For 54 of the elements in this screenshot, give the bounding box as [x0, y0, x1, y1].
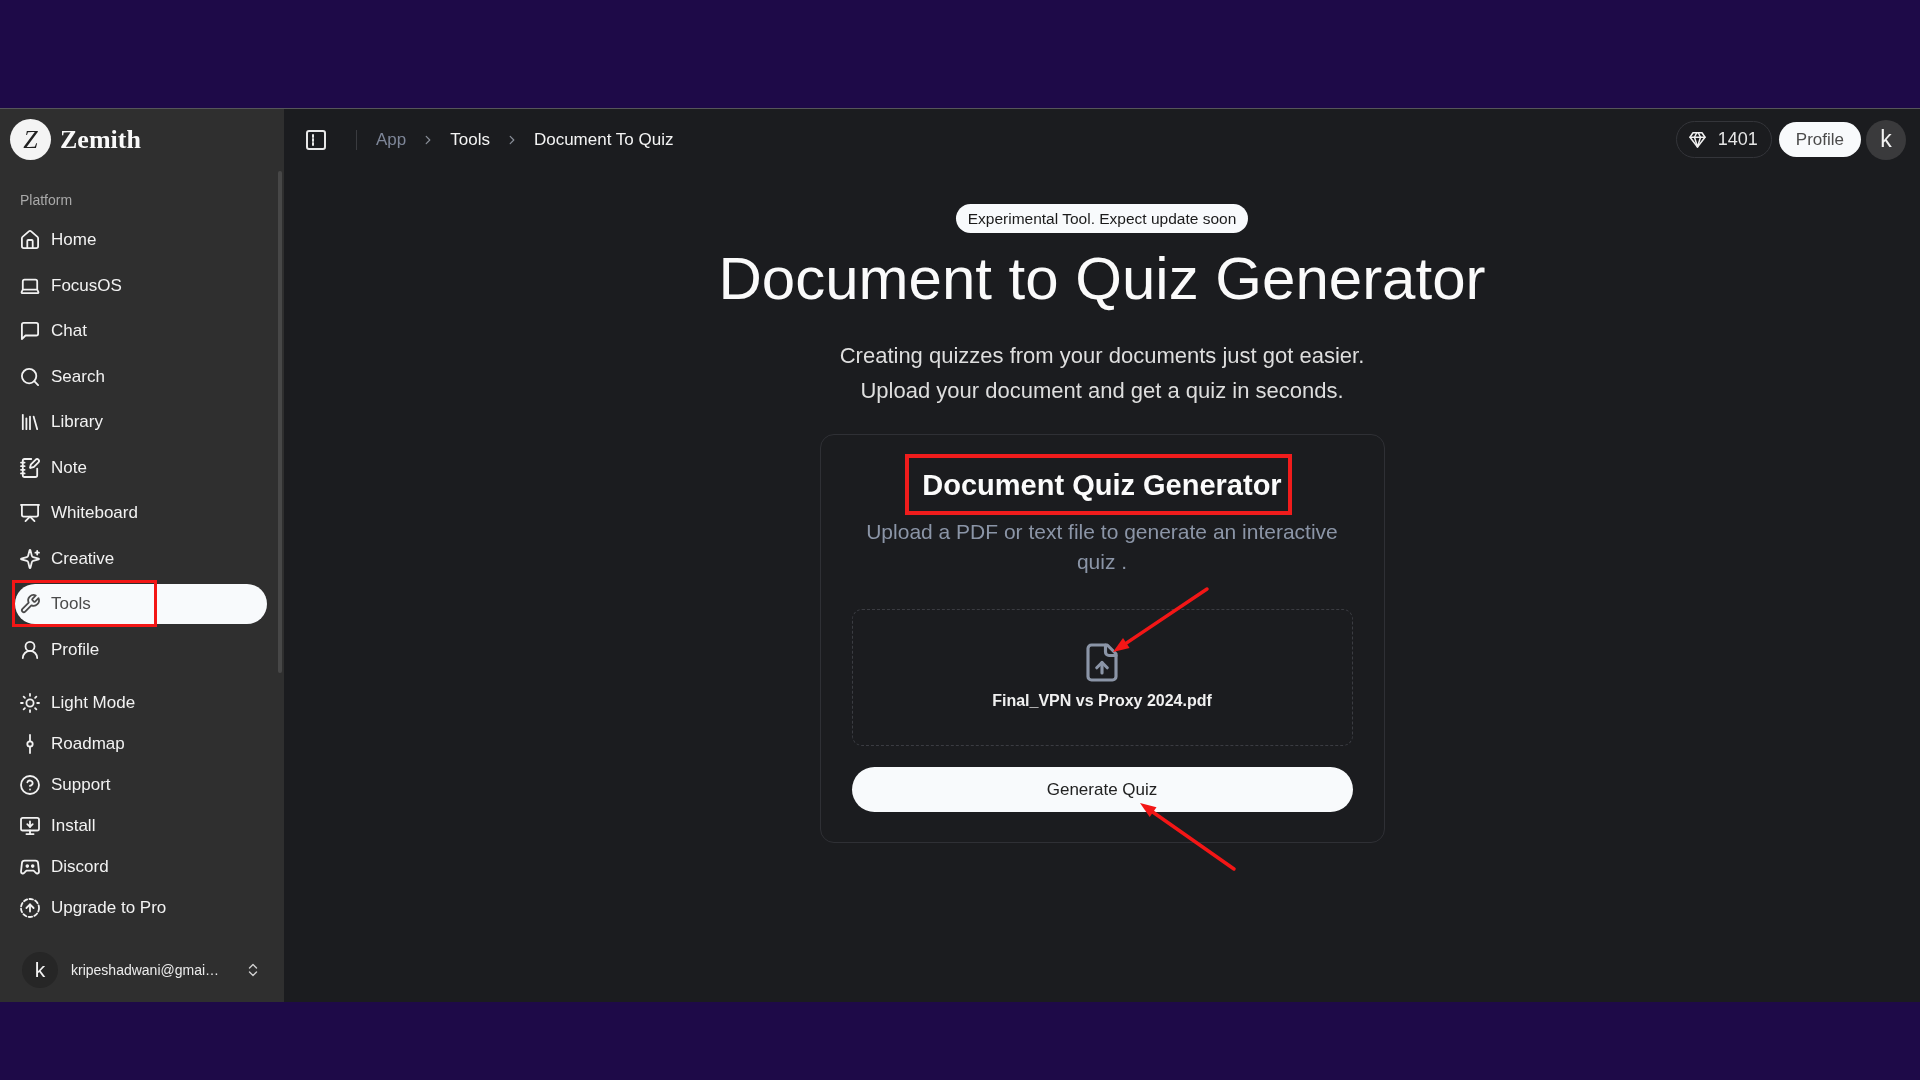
- profile-button[interactable]: Profile: [1778, 122, 1861, 157]
- breadcrumb-current-page: Document To Quiz: [533, 129, 674, 150]
- sidebar-item[interactable]: Creative: [15, 538, 267, 579]
- page-subtitle: Creating quizzes from your documents just got easier.: [839, 342, 1365, 370]
- page-title: Document to Quiz Generator: [718, 246, 1486, 312]
- chat-bubble-icon: [21, 322, 39, 340]
- credits-button[interactable]: 1401: [1675, 121, 1772, 158]
- upload-dropzone[interactable]: Final_VPN vs Proxy 2024.pdf: [851, 609, 1353, 746]
- card-description: Upload a PDF or text file to generate an interactive quiz .: [865, 519, 1339, 575]
- sidebar-item[interactable]: Support: [15, 767, 267, 803]
- controller-icon: [21, 858, 39, 876]
- sun-icon: [21, 694, 39, 712]
- user-avatar[interactable]: k: [1866, 119, 1906, 160]
- brand-name: Zemith: [60, 124, 141, 155]
- wrench-icon: [21, 595, 39, 613]
- logo-mark: Z: [10, 119, 51, 160]
- section-label: Platform: [19, 191, 73, 209]
- sidebar-item[interactable]: Profile: [15, 629, 267, 670]
- sidebar-item[interactable]: Tools: [15, 584, 267, 624]
- page-subtitle: Upload your document and get a quiz in seconds.: [860, 377, 1344, 405]
- sidebar-item[interactable]: Note: [15, 447, 267, 488]
- breadcrumb-link[interactable]: Tools: [450, 129, 490, 150]
- circle-arrow-up-icon: [21, 899, 39, 917]
- sidebar-item[interactable]: Search: [15, 356, 267, 397]
- user-icon: [21, 640, 39, 659]
- sparkles-icon: [21, 549, 39, 568]
- notebook-pen-icon: [21, 458, 39, 477]
- sidebar-item[interactable]: FocusOS: [15, 265, 267, 306]
- breadcrumb-link[interactable]: App: [376, 129, 407, 150]
- home-icon: [21, 231, 39, 249]
- file-name: Final_VPN vs Proxy 2024.pdf: [992, 692, 1212, 710]
- card-title: Document Quiz Generator: [922, 469, 1282, 501]
- sidebar-item[interactable]: Library: [15, 402, 267, 442]
- search-icon: [21, 367, 39, 386]
- easel-icon: [21, 504, 39, 522]
- sidebar-toggle-icon[interactable]: [306, 129, 326, 150]
- sidebar-item[interactable]: Roadmap: [15, 726, 267, 762]
- sidebar-item[interactable]: Light Mode: [15, 685, 267, 721]
- user-avatar[interactable]: k: [22, 952, 58, 988]
- file-upload-icon: [1088, 645, 1116, 680]
- account-email: kripeshadwani@gmai…: [71, 962, 220, 978]
- sidebar-item[interactable]: Home: [15, 220, 267, 260]
- diamond-icon: [1689, 132, 1705, 147]
- generate-quiz-button[interactable]: Generate Quiz: [851, 767, 1353, 812]
- experimental-badge: Experimental Tool. Expect update soon: [955, 204, 1249, 233]
- sidebar-item[interactable]: Install: [15, 808, 267, 844]
- sidebar-item[interactable]: Discord: [15, 849, 267, 885]
- sidebar-item[interactable]: Whiteboard: [15, 493, 267, 533]
- question-circle-icon: [21, 776, 39, 794]
- monitor-download-icon: [21, 817, 39, 835]
- laptop-icon: [21, 276, 39, 295]
- sidebar-item[interactable]: Chat: [15, 311, 267, 351]
- sidebar-item[interactable]: Upgrade to Pro: [15, 890, 267, 926]
- books-icon: [21, 413, 39, 431]
